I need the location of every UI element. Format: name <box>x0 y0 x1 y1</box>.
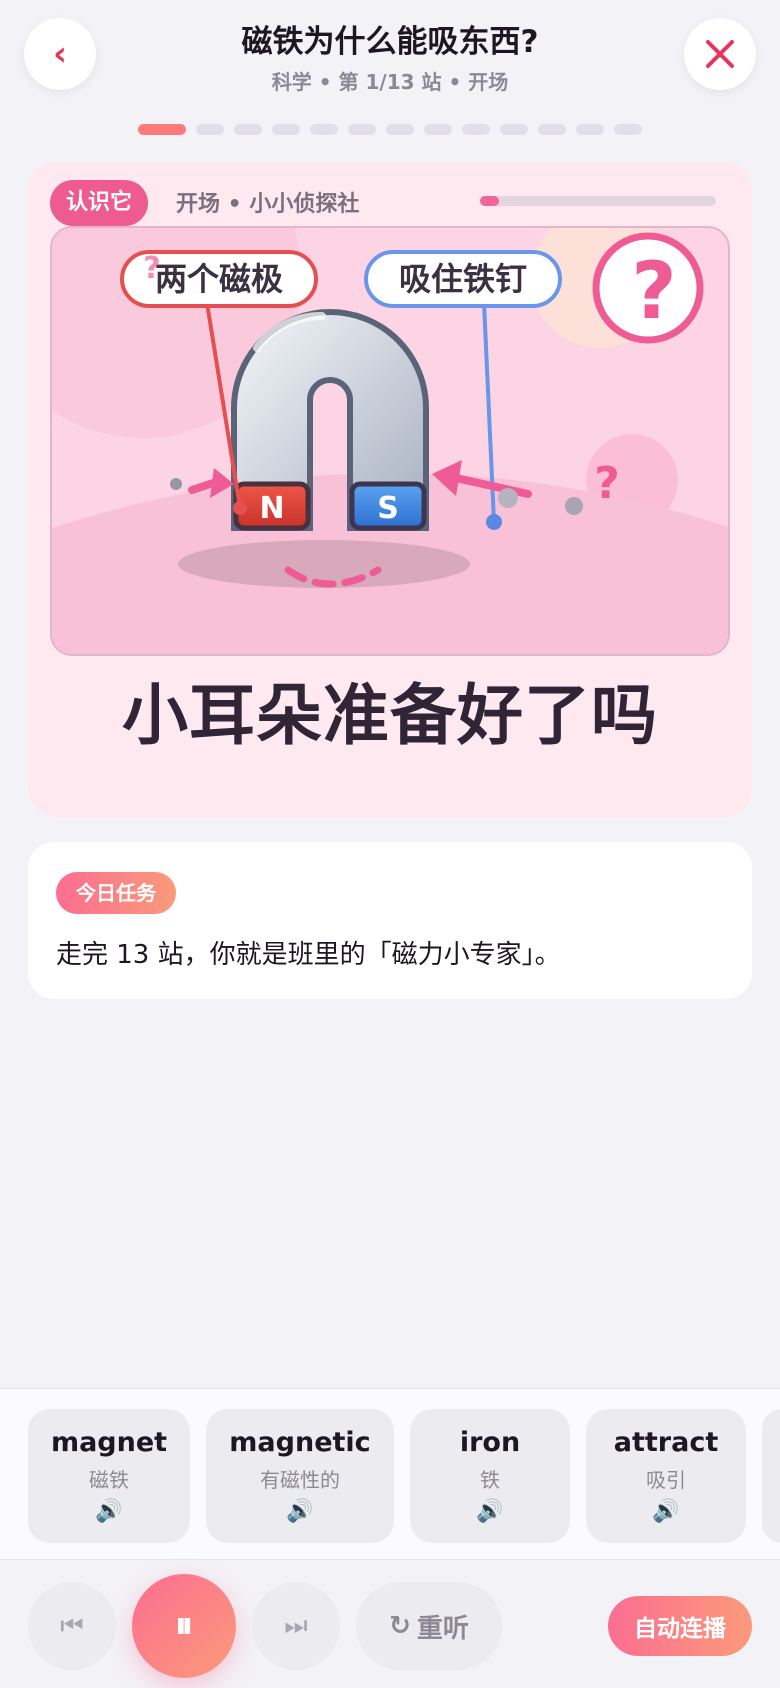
vocab-card-partial[interactable] <box>762 1409 780 1543</box>
pointer-dot-left <box>233 501 247 515</box>
question-mark-small: ? <box>594 458 620 509</box>
speaker-icon[interactable]: 🔊 <box>206 1499 394 1524</box>
vocab-card-magnetic[interactable]: magnetic 有磁性的 🔊 <box>206 1409 394 1543</box>
replay-label: 重听 <box>416 1613 469 1644</box>
progress-dot <box>614 124 642 135</box>
north-pole-label: N <box>259 491 284 526</box>
progress-dot <box>234 124 262 135</box>
iron-bit <box>170 478 182 490</box>
progress-dot <box>538 124 566 135</box>
lesson-card: 认识它 开场 • 小小侦探社 N S 两个磁极 吸住铁钉 ? ? ? 小耳朵准备… <box>28 162 752 817</box>
progress-dot <box>310 124 338 135</box>
progress-dot <box>462 124 490 135</box>
vocab-word: magnetic <box>229 1427 371 1458</box>
pointer-dot-right <box>486 514 502 530</box>
vocab-word: magnet <box>50 1427 168 1458</box>
speaker-icon[interactable]: 🔊 <box>410 1499 570 1524</box>
vocab-translation: 磁铁 <box>89 1468 129 1492</box>
progress-dot-active <box>138 124 186 135</box>
stage-progress-bar <box>480 196 716 206</box>
progress-dot <box>424 124 452 135</box>
close-button[interactable] <box>684 18 756 90</box>
header: 磁铁为什么能吸东西? 科学 • 第 1/13 站 • 开场 <box>120 22 660 95</box>
vocab-card-attract[interactable]: attract 吸引 🔊 <box>586 1409 746 1543</box>
south-pole-label: S <box>377 491 399 526</box>
iron-bit <box>498 488 518 508</box>
illustration-canvas: N S 两个磁极 吸住铁钉 ? ? ? <box>52 228 728 654</box>
stage-tag: 认识它 <box>50 180 149 226</box>
label-attract-nail: 吸住铁钉 <box>399 260 527 298</box>
magnet-illustration: N S 两个磁极 吸住铁钉 ? ? ? <box>50 226 730 656</box>
progress-dot <box>348 124 376 135</box>
vocab-translation: 吸引 <box>646 1468 686 1492</box>
close-icon <box>706 40 734 68</box>
stage-progress-fill <box>480 196 499 206</box>
progress-dot <box>196 124 224 135</box>
back-button[interactable]: ‹ <box>24 18 96 90</box>
task-badge: 今日任务 <box>56 872 176 914</box>
stage-title: 开场 • 小小侦探社 <box>176 192 360 217</box>
speaker-icon[interactable]: 🔊 <box>28 1499 190 1524</box>
iron-bit <box>565 497 583 515</box>
vocab-word: attract <box>613 1427 719 1458</box>
pause-button[interactable]: ⏸ <box>132 1574 236 1678</box>
playback-controls: ⏮ ⏸ ⏭ ↻ 重听 自动连播 <box>0 1560 780 1688</box>
progress-dot <box>576 124 604 135</box>
vocab-word: iron <box>459 1427 521 1458</box>
skip-next-icon: ⏭ <box>284 1610 308 1641</box>
progress-dot <box>272 124 300 135</box>
question-mark-large: ? <box>631 247 676 337</box>
chevron-left-icon: ‹ <box>52 34 67 74</box>
pause-icon: ⏸ <box>175 1605 193 1646</box>
question-mark-tiny: ? <box>143 251 160 286</box>
previous-button[interactable]: ⏮ <box>28 1582 116 1670</box>
progress-dot <box>386 124 414 135</box>
autoplay-button[interactable]: 自动连播 <box>608 1596 752 1656</box>
skip-previous-icon: ⏮ <box>60 1610 84 1641</box>
task-card: 今日任务 走完 13 站，你就是班里的「磁力小专家」。 <box>28 842 752 999</box>
label-two-poles: 两个磁极 <box>155 260 283 298</box>
replay-icon: ↻ <box>389 1611 411 1641</box>
task-text: 走完 13 站，你就是班里的「磁力小专家」。 <box>56 940 561 970</box>
card-headline: 小耳朵准备好了吗 <box>122 677 658 754</box>
vocab-card-iron[interactable]: iron 铁 🔊 <box>410 1409 570 1543</box>
replay-button[interactable]: ↻ 重听 <box>356 1582 502 1670</box>
progress-dots <box>138 124 642 135</box>
vocab-translation: 有磁性的 <box>260 1468 340 1492</box>
vocab-card-magnet[interactable]: magnet 磁铁 🔊 <box>28 1409 190 1543</box>
vocab-bar[interactable]: magnet 磁铁 🔊 magnetic 有磁性的 🔊 iron 铁 🔊 att… <box>0 1388 780 1560</box>
next-button[interactable]: ⏭ <box>252 1582 340 1670</box>
page-title: 磁铁为什么能吸东西? <box>241 24 539 60</box>
speaker-icon[interactable]: 🔊 <box>586 1499 746 1524</box>
progress-dot <box>500 124 528 135</box>
page-subtitle: 科学 • 第 1/13 站 • 开场 <box>271 70 509 94</box>
vocab-translation: 铁 <box>480 1468 500 1492</box>
